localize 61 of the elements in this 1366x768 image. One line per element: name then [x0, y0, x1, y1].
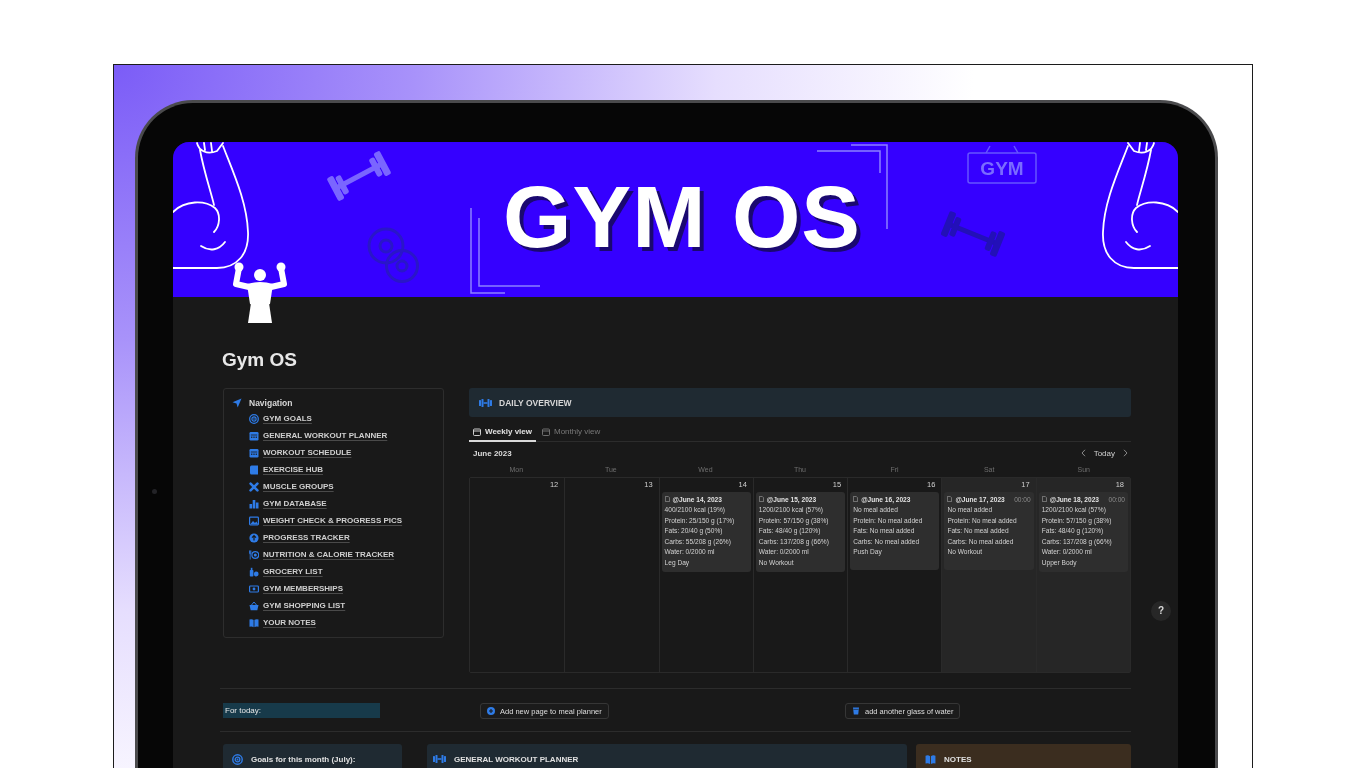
nav-link[interactable]: MUSCLE GROUPS	[249, 478, 334, 495]
banknote-icon	[249, 583, 259, 594]
page-icon	[758, 496, 764, 503]
navigation-arrow-icon	[232, 398, 242, 408]
target-icon	[249, 413, 259, 424]
view-tab[interactable]: Monthly view	[538, 423, 605, 442]
fork-plate-icon	[249, 549, 259, 560]
cross-icon	[249, 481, 259, 492]
previous-button[interactable]	[1080, 449, 1086, 457]
bar-chart-icon	[249, 498, 259, 509]
nav-link[interactable]: WEIGHT CHECK & PROGRESS PICS	[249, 512, 403, 529]
dumbbell-icon	[433, 755, 446, 763]
camera-lens	[152, 489, 157, 494]
page-icon	[853, 496, 859, 503]
page-icon	[947, 496, 953, 503]
image-icon	[249, 515, 259, 526]
open-book-icon	[925, 753, 936, 765]
nav-link[interactable]: GYM SHOPPING LIST	[249, 597, 346, 614]
nav-link[interactable]: GYM MEMBERSHIPS	[249, 580, 343, 597]
arrow-up-circle-icon	[249, 532, 259, 543]
next-button[interactable]	[1123, 449, 1128, 457]
for-today-label: For today:	[223, 702, 380, 718]
today-button[interactable]: Today	[1091, 448, 1117, 458]
help-button[interactable]: ?	[1151, 601, 1171, 621]
weight-plates-icon	[366, 226, 422, 284]
sign-frame	[967, 145, 1037, 184]
open-book-icon	[249, 617, 259, 628]
calendar-icon	[249, 447, 259, 458]
nav-link[interactable]: PROGRESS TRACKER	[249, 529, 350, 546]
nav-link[interactable]: GENERAL WORKOUT PLANNER	[249, 427, 388, 444]
section-title: Goals for this month (July):	[251, 754, 356, 764]
chevron-right-icon	[1123, 449, 1128, 457]
calendar-icon	[249, 430, 259, 441]
basket-icon	[249, 600, 259, 611]
nav-link[interactable]: GYM DATABASE	[249, 495, 327, 512]
target-icon	[232, 753, 243, 765]
bottles-icon	[249, 566, 259, 577]
nav-link[interactable]: YOUR NOTES	[249, 614, 316, 631]
navigation-heading: Navigation	[249, 397, 293, 410]
section-title: GENERAL WORKOUT PLANNER	[454, 754, 579, 764]
book-icon	[249, 464, 259, 475]
view-tab[interactable]: Weekly view	[469, 423, 536, 442]
calendar-icon	[542, 427, 550, 436]
chevron-left-icon	[1080, 449, 1086, 457]
calendar-icon	[473, 427, 481, 436]
sign-text: GYM	[980, 158, 1024, 179]
month-label: June 2023	[473, 448, 512, 458]
nav-link[interactable]: GYM GOALS	[249, 410, 312, 427]
plus-circle-icon	[487, 707, 495, 715]
page-icon	[664, 496, 670, 503]
dumbbell-icon	[479, 398, 492, 407]
page-title: Gym OS	[222, 348, 297, 371]
nav-link[interactable]: GROCERY LIST	[249, 563, 323, 580]
nav-link[interactable]: EXERCISE HUB	[249, 461, 323, 478]
cup-icon	[852, 707, 860, 715]
banner-title: GYM OS	[503, 173, 862, 261]
section-title: DAILY OVERVIEW	[499, 397, 572, 408]
nav-link[interactable]: WORKOUT SCHEDULE	[249, 444, 352, 461]
section-title: NOTES	[944, 754, 972, 764]
page-icon	[1041, 496, 1047, 503]
nav-link[interactable]: NUTRITION & CALORIE TRACKER	[249, 546, 395, 563]
